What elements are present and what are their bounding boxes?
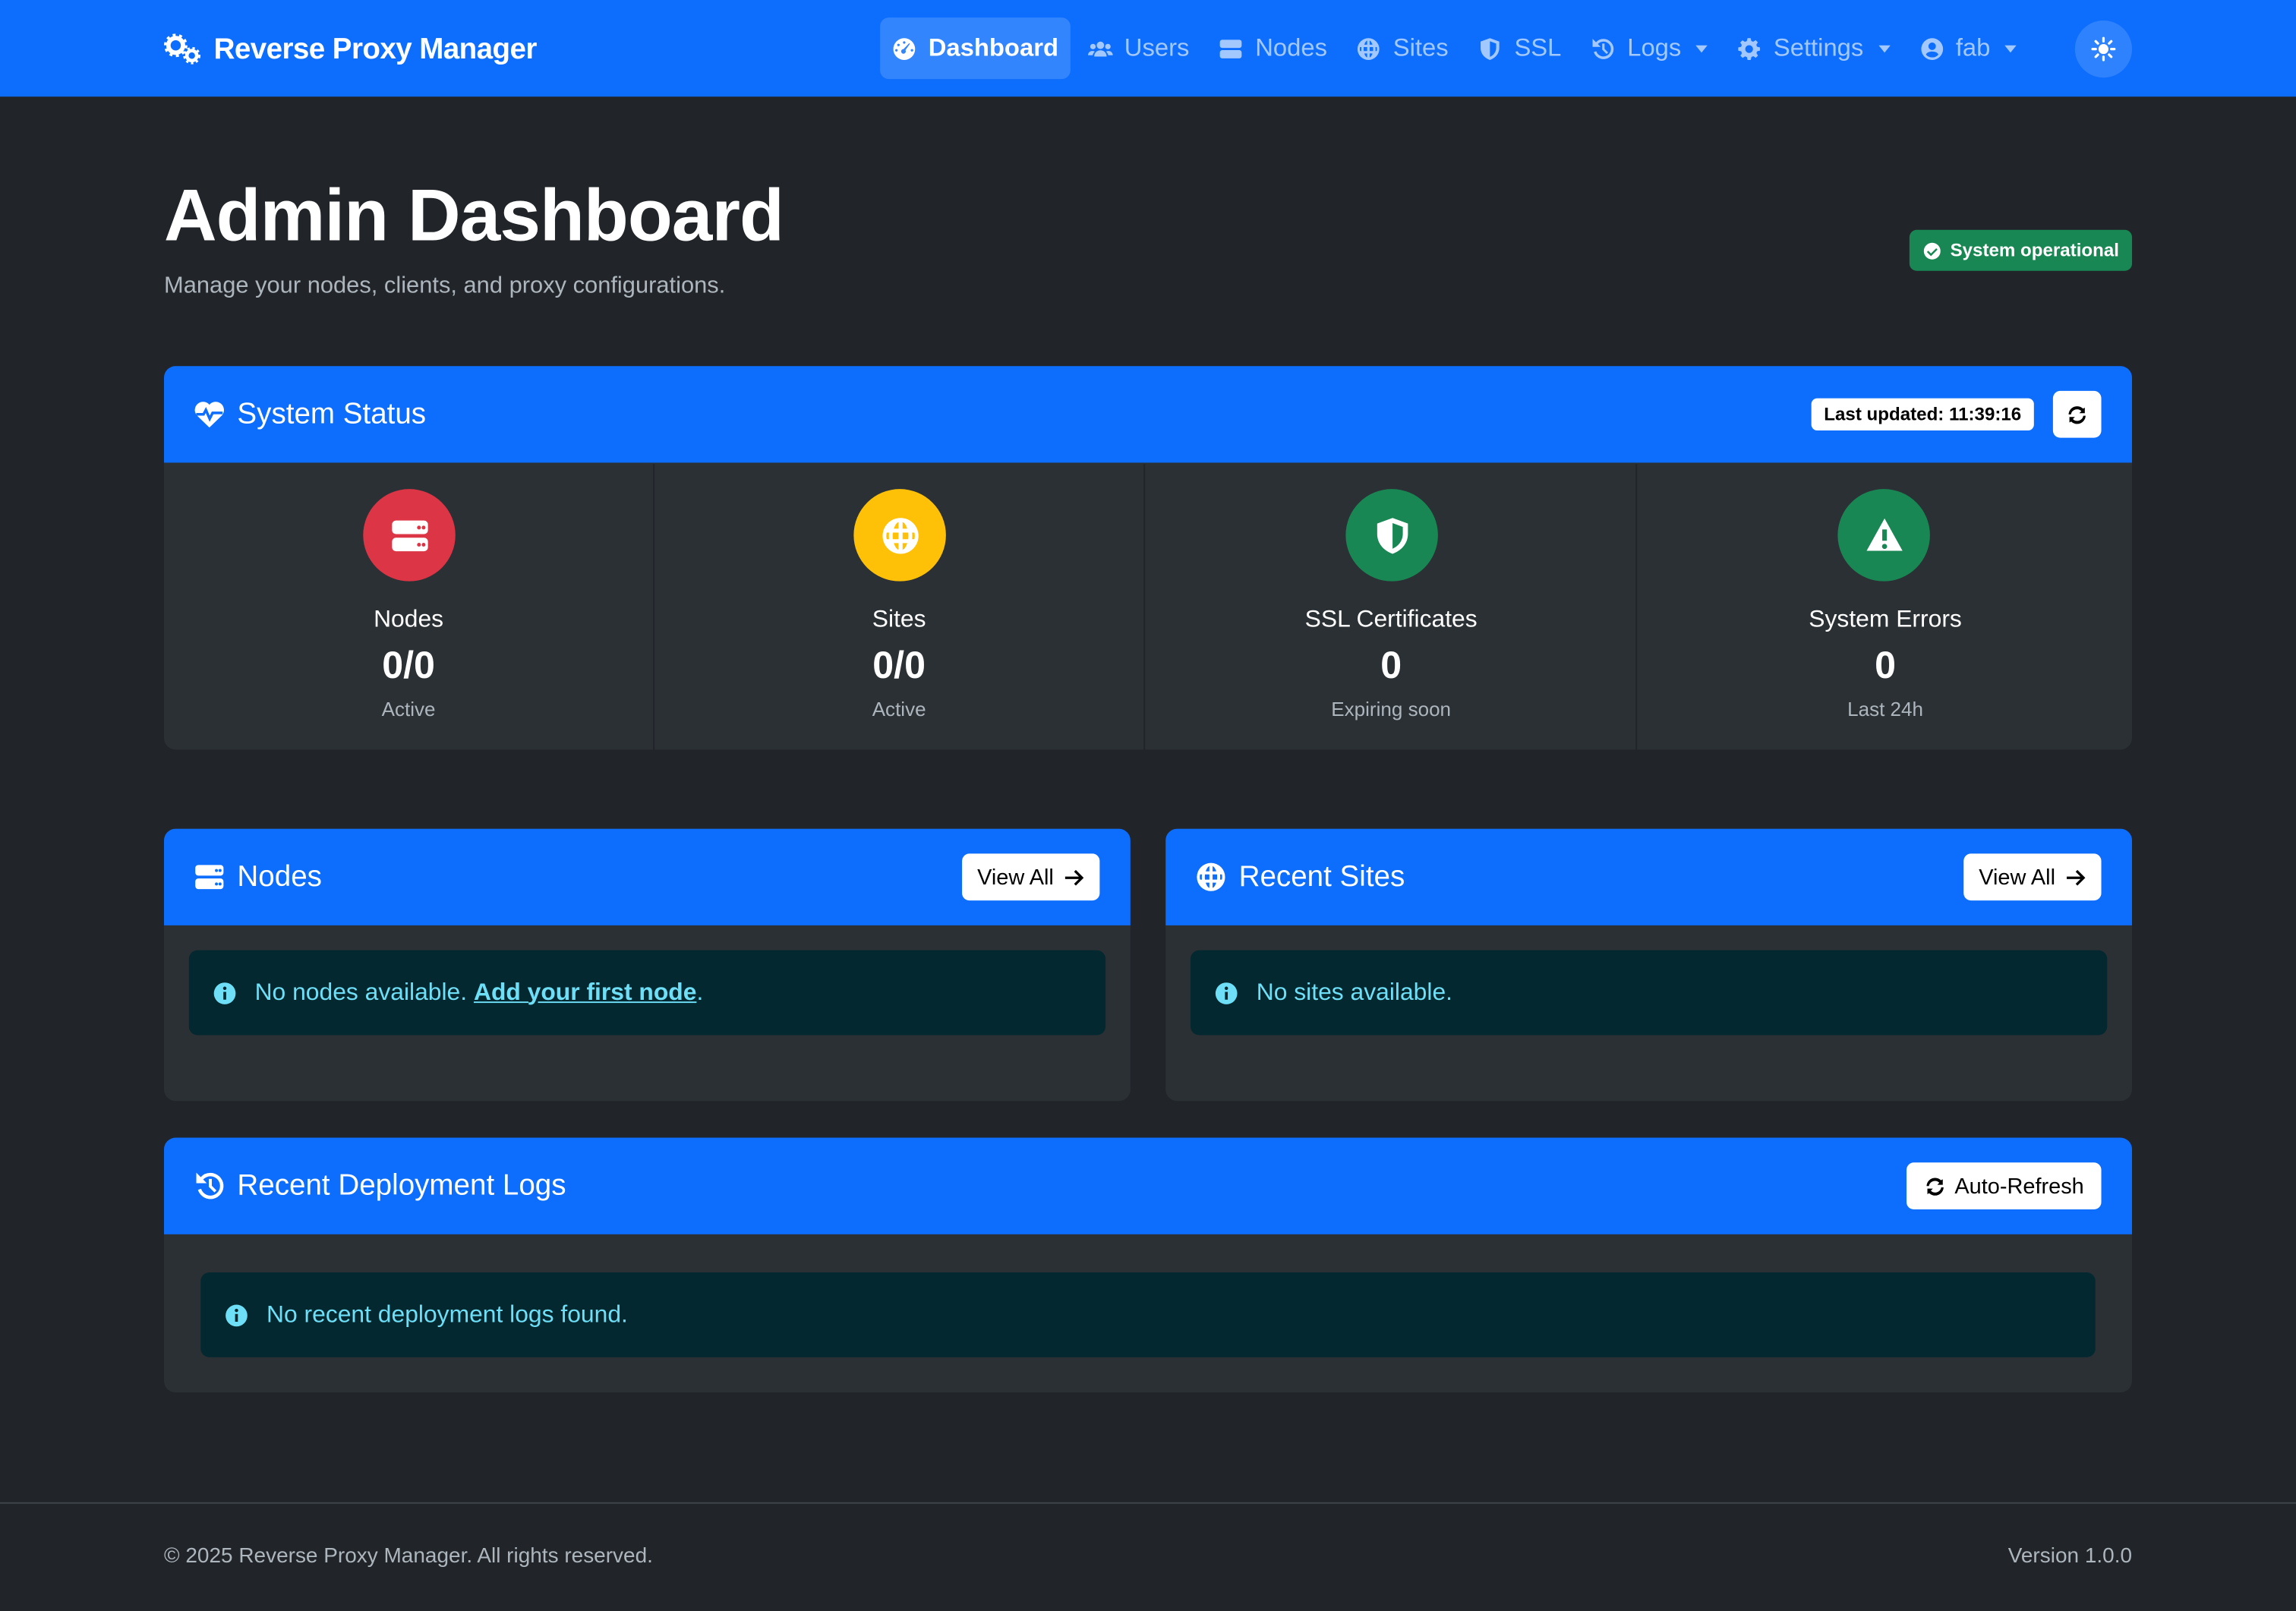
nav-ssl[interactable]: SSL	[1466, 17, 1573, 79]
stat-errors-value: 0	[1875, 642, 1897, 687]
chevron-down-icon	[2004, 44, 2017, 52]
shield-icon	[1481, 37, 1500, 59]
stat-sites-sub: Active	[872, 698, 926, 720]
last-updated-badge: Last updated: 11:39:16	[1811, 398, 2034, 431]
refresh-icon	[1926, 1177, 1944, 1195]
nav-dashboard[interactable]: Dashboard	[880, 17, 1071, 80]
auto-refresh-button[interactable]: Auto-Refresh	[1906, 1162, 2102, 1210]
auto-refresh-label: Auto-Refresh	[1954, 1173, 2084, 1199]
nav-users-label: Users	[1124, 33, 1190, 62]
dashboard-icon	[893, 37, 916, 59]
info-circle-icon	[213, 982, 236, 1004]
nav-sites-label: Sites	[1392, 33, 1449, 62]
server-icon	[195, 865, 224, 890]
nav-logs[interactable]: Logs	[1579, 17, 1720, 79]
stat-errors-icon-circle	[1837, 489, 1930, 582]
logs-empty-alert: No recent deployment logs found.	[200, 1272, 2096, 1357]
sites-view-all-label: View All	[1979, 864, 2056, 890]
nodes-view-all-label: View All	[977, 864, 1054, 890]
globe-icon	[882, 517, 918, 553]
theme-toggle-button[interactable]	[2074, 20, 2133, 78]
warning-icon	[1866, 517, 1902, 550]
page-title: Admin Dashboard	[164, 174, 784, 257]
status-badge-text: System operational	[1950, 240, 2119, 261]
sites-view-all-button[interactable]: View All	[1963, 853, 2102, 901]
stat-sites-value: 0/0	[872, 642, 926, 687]
page-subtitle: Manage your nodes, clients, and proxy co…	[164, 273, 726, 299]
footer-copyright: © 2025 Reverse Proxy Manager. All rights…	[164, 1544, 653, 1568]
nodes-empty-text: No nodes available.	[254, 979, 468, 1005]
refresh-status-button[interactable]	[2052, 390, 2102, 438]
user-circle-icon	[1920, 37, 1943, 59]
history-icon	[1593, 38, 1614, 58]
stat-nodes-icon-circle	[363, 489, 456, 582]
sites-empty-alert: No sites available.	[1190, 950, 2108, 1036]
gear-icon	[1738, 37, 1761, 59]
gears-icon	[164, 33, 201, 65]
nodes-empty-alert: No nodes available. Add your first node.	[188, 950, 1106, 1036]
nav-logs-label: Logs	[1627, 33, 1682, 62]
top-navbar: Reverse Proxy Manager Dashboard Users No…	[0, 0, 2296, 97]
info-circle-icon	[226, 1304, 248, 1326]
users-icon	[1087, 40, 1113, 56]
footer-version: Version 1.0.0	[2007, 1544, 2133, 1568]
footer-divider	[0, 1502, 2296, 1504]
logs-empty-text: No recent deployment logs found.	[266, 1300, 628, 1328]
stat-nodes-label: Nodes	[374, 606, 444, 633]
nav-nodes[interactable]: Nodes	[1207, 17, 1339, 79]
chevron-down-icon	[1695, 44, 1708, 52]
nav-user-menu[interactable]: fab	[1907, 17, 2028, 79]
globe-icon	[1197, 862, 1225, 891]
status-badge: System operational	[1909, 229, 2133, 271]
nav-dashboard-label: Dashboard	[928, 33, 1058, 62]
server-icon	[391, 519, 427, 551]
nav-ssl-label: SSL	[1514, 33, 1562, 62]
stat-nodes-sub: Active	[381, 698, 436, 720]
chevron-down-icon	[1878, 44, 1891, 52]
history-icon	[196, 1172, 224, 1200]
stat-ssl-value: 0	[1380, 642, 1402, 687]
stat-ssl-sub: Expiring soon	[1331, 698, 1452, 720]
shield-icon	[1376, 517, 1408, 553]
stat-sites-label: Sites	[872, 606, 926, 633]
arrow-right-icon	[1064, 869, 1083, 885]
nav-nodes-label: Nodes	[1255, 33, 1327, 62]
deployment-logs-title: Recent Deployment Logs	[237, 1168, 566, 1202]
globe-icon	[1358, 37, 1380, 59]
info-circle-icon	[1215, 982, 1238, 1004]
refresh-icon	[2068, 405, 2086, 424]
stat-nodes: Nodes 0/0 Active	[164, 464, 655, 750]
brand-link[interactable]: Reverse Proxy Manager	[164, 30, 537, 71]
nav-settings[interactable]: Settings	[1725, 17, 1901, 79]
nav-user-label: fab	[1955, 33, 1991, 62]
stat-nodes-value: 0/0	[382, 642, 435, 687]
recent-sites-card-title: Recent Sites	[1238, 860, 1405, 893]
heartbeat-icon	[194, 402, 224, 428]
nodes-empty-message: No nodes available. Add your first node.	[255, 979, 704, 1007]
nodes-card-title: Nodes	[237, 860, 322, 893]
stat-sites-icon-circle	[853, 489, 946, 582]
stat-errors-sub: Last 24h	[1847, 698, 1924, 720]
nav-settings-label: Settings	[1773, 33, 1864, 62]
main-nav: Dashboard Users Nodes Sites SSL Logs Set…	[880, 17, 2034, 80]
add-first-node-link[interactable]: Add your first node	[474, 979, 696, 1005]
server-icon	[1220, 39, 1242, 58]
stat-ssl-label: SSL Certificates	[1304, 606, 1478, 633]
stat-errors-label: System Errors	[1809, 606, 1962, 633]
stat-ssl-icon-circle	[1345, 489, 1438, 582]
nav-sites[interactable]: Sites	[1345, 17, 1460, 79]
brand-name: Reverse Proxy Manager	[213, 33, 538, 65]
arrow-right-icon	[2066, 869, 2085, 885]
system-status-title: System Status	[237, 397, 427, 430]
nav-users[interactable]: Users	[1076, 17, 1201, 79]
sun-icon	[2091, 36, 2116, 61]
nodes-empty-suffix: .	[696, 979, 704, 1005]
sites-empty-text: No sites available.	[1256, 979, 1452, 1005]
check-circle-icon	[1923, 241, 1941, 259]
stat-errors: System Errors 0 Last 24h	[1638, 464, 2132, 749]
deployment-logs-header: Recent Deployment Logs	[164, 1137, 2133, 1234]
nodes-view-all-button[interactable]: View All	[962, 853, 1100, 901]
stat-ssl: SSL Certificates 0 Expiring soon	[1146, 464, 1638, 750]
stat-sites: Sites 0/0 Active	[654, 464, 1146, 750]
